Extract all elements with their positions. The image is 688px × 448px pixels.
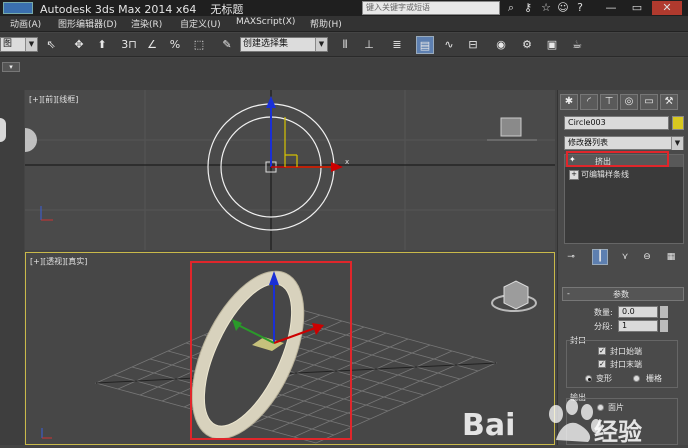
show-end-result-icon[interactable]: ┃ [592,249,608,265]
highlight-box-ring [190,261,352,440]
edit-named-selection-icon[interactable]: ✎ [218,36,236,54]
minimize-button[interactable]: — [600,1,622,15]
amount-spinner[interactable] [660,306,668,318]
rendered-frame-icon[interactable]: ▣ [543,36,561,54]
window-title: Autodesk 3ds Max 2014 x64 无标题 [40,3,244,16]
morph-label: 变形 [596,374,612,383]
modify-tab-icon[interactable]: ◜ [580,94,598,110]
key-icon[interactable]: ⚷ [520,1,536,15]
close-button[interactable]: ✕ [652,1,682,15]
select-place-icon[interactable]: ⬆ [93,36,111,54]
highlight-box-extrude [566,151,669,167]
expand-icon[interactable]: + [569,170,579,180]
grid-radio[interactable] [633,375,640,382]
select-link-icon[interactable]: ⇖ [42,36,60,54]
app-menu-button[interactable] [3,2,33,14]
help-icon[interactable]: ? [572,1,588,15]
watermark-brand: Bai [462,408,516,443]
ribbon-toggle-button[interactable]: ▾ [2,62,20,72]
scene-explorer-icon[interactable]: ▤ [416,36,434,54]
hierarchy-tab-icon[interactable]: ⊤ [600,94,618,110]
segments-spinner[interactable] [660,320,668,332]
left-strip [0,90,24,445]
menu-animation[interactable]: 动画(A) [10,17,41,30]
chevron-down-icon: ▼ [315,38,327,51]
rollout-title: 参数 [613,290,629,299]
snap-toggle[interactable]: 3⊓ [120,36,138,54]
viewcube-icon[interactable] [491,280,537,312]
front-viewport-canvas: x [25,90,555,250]
ribbon-strip [0,58,688,90]
layer-explorer-icon[interactable]: ≣ [388,36,406,54]
named-selection-dropdown[interactable]: 创建选择集 ▼ [240,37,328,52]
amount-input[interactable]: 0.0 [618,306,658,318]
maximize-button[interactable]: ▭ [626,1,648,15]
watermark-suffix: 经验 [594,418,642,446]
schematic-view-icon[interactable]: ⊟ [464,36,482,54]
mirror-icon[interactable]: ⫴ [336,36,354,54]
chevron-down-icon: ▼ [671,137,683,150]
percent-snap-toggle[interactable]: % [166,36,184,54]
grid-label: 栅格 [646,374,662,383]
amount-label: 数量: [594,308,613,317]
axis-tripod-icon [40,206,53,221]
angle-snap-icon[interactable]: ∠ [143,36,161,54]
menu-graph-editors[interactable]: 图形编辑器(D) [58,17,117,30]
menu-help[interactable]: 帮助(H) [310,17,342,30]
motion-tab-icon[interactable]: ◎ [620,94,638,110]
material-editor-icon[interactable]: ◉ [492,36,510,54]
align-icon[interactable]: ⊥ [360,36,378,54]
axis-x-label: x [345,158,349,166]
star-icon[interactable]: ☆ [538,1,554,15]
stack-item-label: 可编辑样条线 [581,170,629,179]
render-setup-icon[interactable]: ⚙ [518,36,536,54]
spinner-snap-icon[interactable]: ⬚ [190,36,208,54]
viewport-label-front[interactable]: [+][前][线框] [29,94,78,105]
create-tab-icon[interactable]: ✱ [560,94,578,110]
display-tab-icon[interactable]: ▭ [640,94,658,110]
menu-rendering[interactable]: 渲染(R) [131,17,162,30]
cap-end-checkbox[interactable]: ✓ [598,360,606,368]
viewport-front[interactable]: x [+][前][线框] [25,90,555,250]
stack-item-editable-spline[interactable]: + 可编辑样条线 [565,168,683,180]
render-teapot-icon[interactable]: ☕ [568,36,586,54]
cap-end-label: 封口末端 [610,360,642,369]
menu-maxscript[interactable]: MAXScript(X) [236,17,295,27]
search-input[interactable]: 键入关键字或短语 [362,1,500,15]
segments-label: 分段: [594,322,613,331]
object-color-swatch[interactable] [672,116,684,130]
configure-sets-icon[interactable]: ▦ [664,250,678,264]
selection-filter-dropdown[interactable]: 图 ▼ [0,37,38,52]
modifier-list-dropdown[interactable]: 修改器列表 ▼ [564,136,684,150]
curve-editor-icon[interactable]: ∿ [440,36,458,54]
utilities-tab-icon[interactable]: ⚒ [660,94,678,110]
binoculars-icon[interactable]: ⌕ [503,1,519,15]
menu-customize[interactable]: 自定义(U) [180,17,221,30]
object-name-field[interactable]: Circle003 [564,116,669,130]
cap-start-label: 封口始端 [610,347,642,356]
viewcube-fragment-icon [0,118,6,142]
move-icon[interactable]: ✥ [70,36,88,54]
user-icon[interactable]: ☺ [555,1,571,15]
chevron-down-icon: ▼ [25,38,37,51]
morph-radio[interactable] [585,375,592,382]
viewport-label-perspective[interactable]: [+][透视][真实] [30,256,87,267]
remove-modifier-icon[interactable]: ⊖ [640,250,654,264]
baidu-watermark: Bai 经验 [444,388,688,446]
cap-start-checkbox[interactable]: ✓ [598,347,606,355]
segments-input[interactable]: 1 [618,320,658,332]
axis-tripod-icon [41,428,52,439]
pin-stack-icon[interactable]: ⊸ [564,250,578,264]
viewcube-icon[interactable] [487,117,537,141]
make-unique-icon[interactable]: ⋎ [618,250,632,264]
parameters-rollout-header[interactable]: - 参数 [562,287,684,301]
